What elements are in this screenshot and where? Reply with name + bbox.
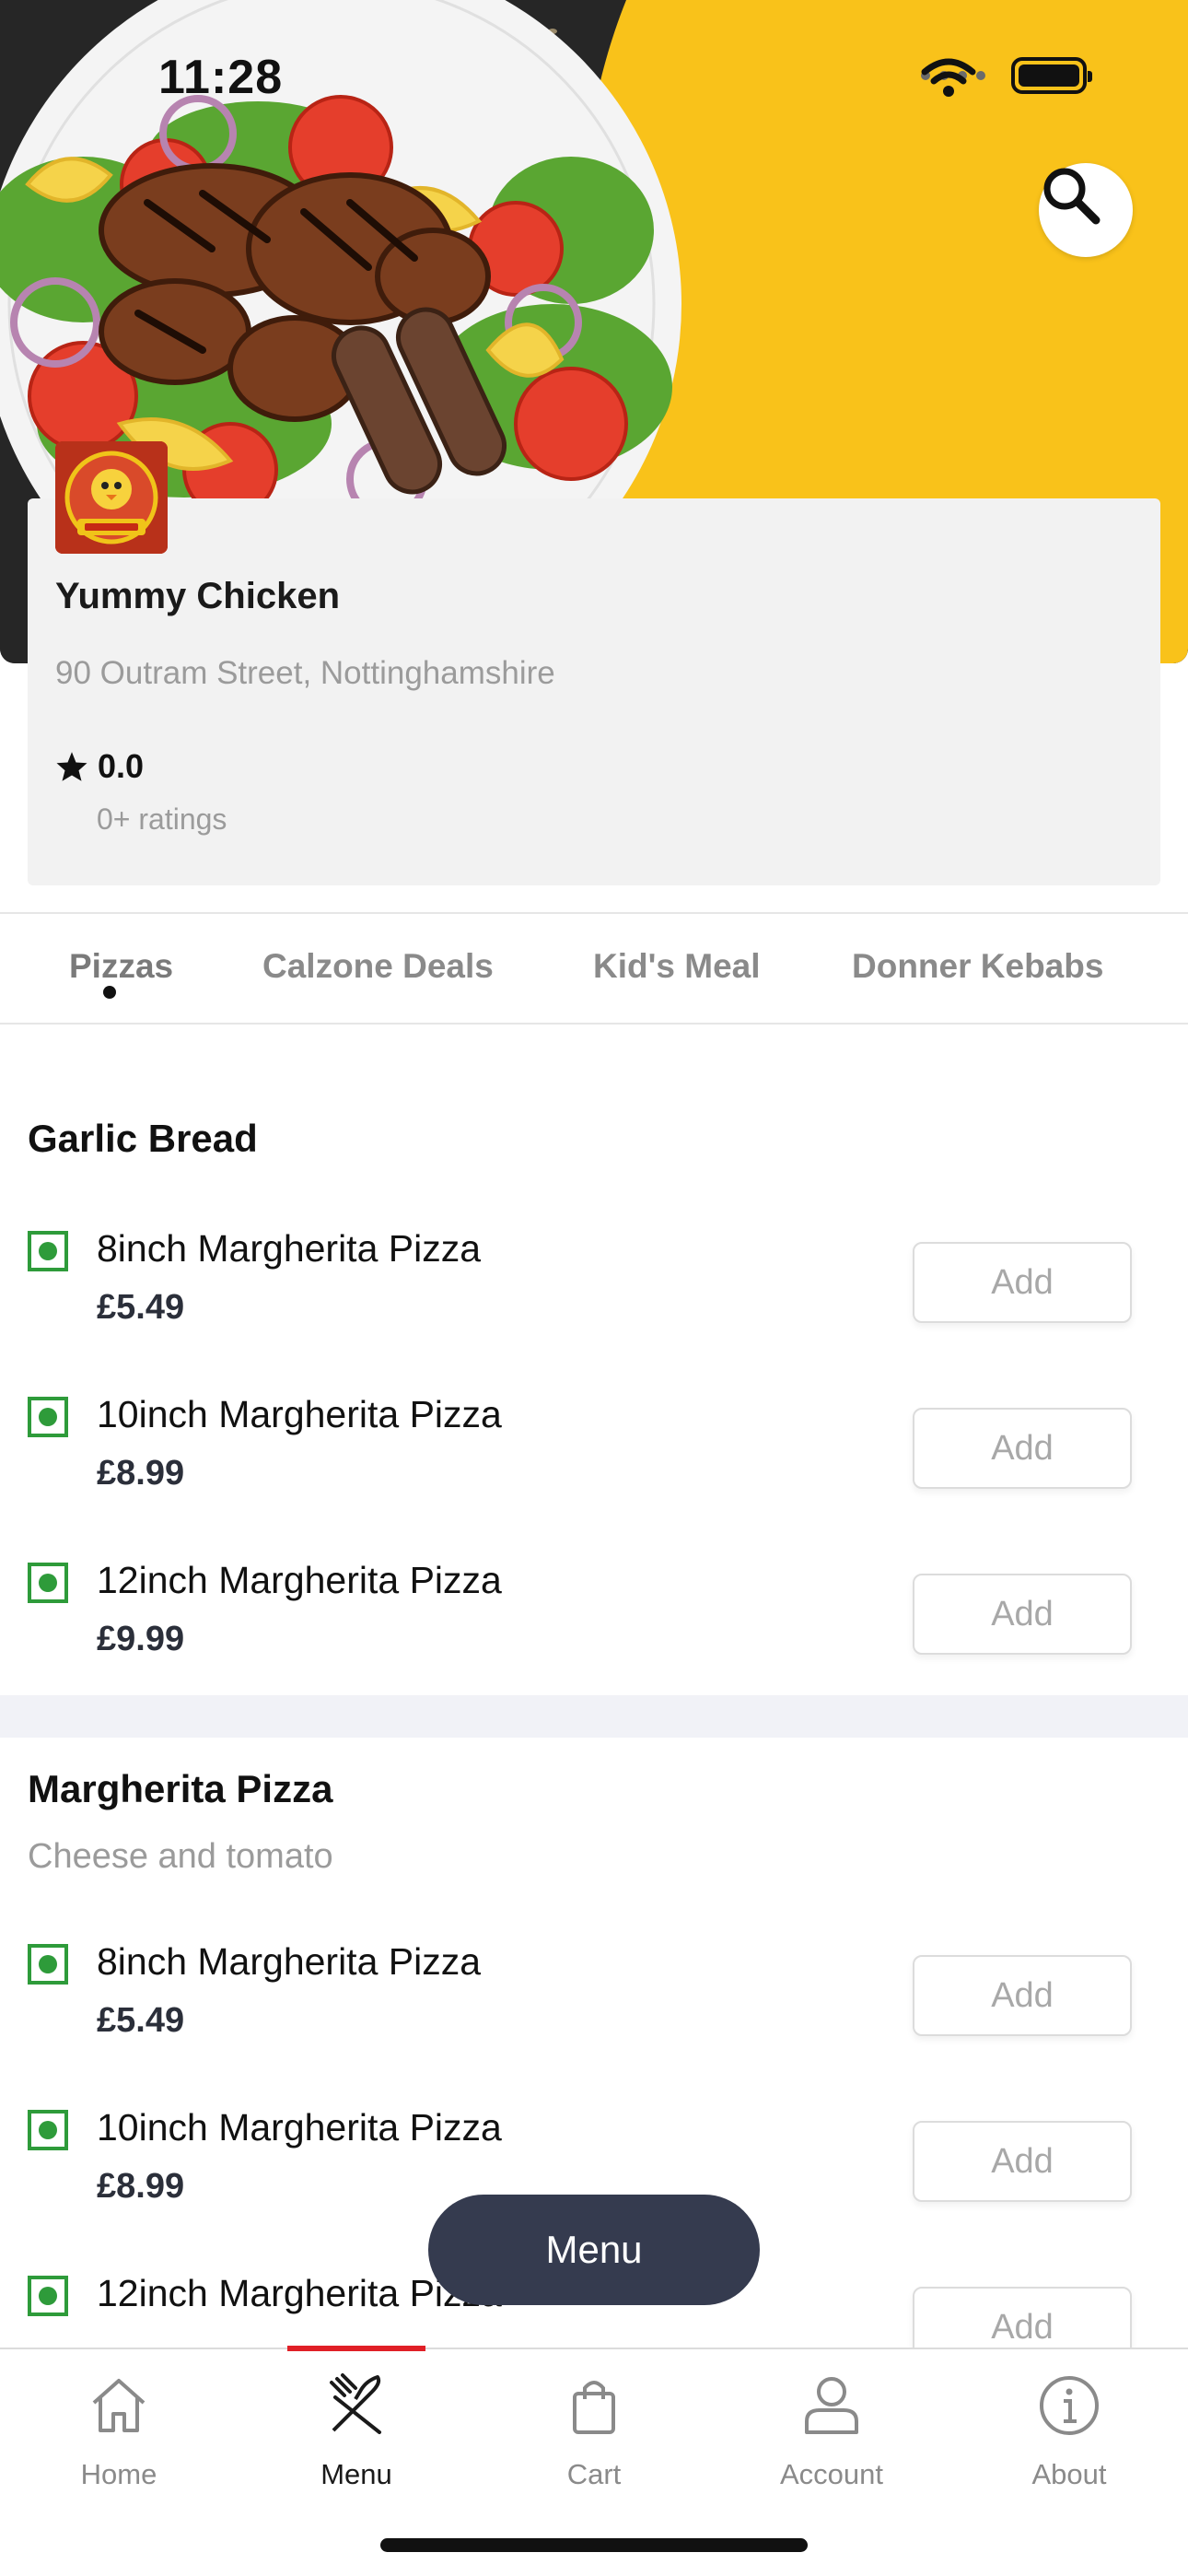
- active-tab-indicator: [103, 986, 116, 999]
- item-price: £9.99: [97, 1620, 185, 1658]
- menu-item: 8inch Margherita Pizza £5.49 Add: [0, 1940, 1188, 2101]
- tab-kids-meal[interactable]: Kid's Meal: [593, 947, 761, 986]
- veg-indicator-icon: [28, 2276, 68, 2316]
- restaurant-info-card: Yummy Chicken 90 Outram Street, Nottingh…: [28, 441, 1160, 885]
- home-indicator: [380, 2538, 808, 2552]
- shopping-bag-icon: [573, 2381, 615, 2434]
- tab-donner-kebabs[interactable]: Donner Kebabs: [852, 947, 1103, 986]
- item-name: 8inch Margherita Pizza: [97, 1227, 482, 1270]
- status-time: 11:28: [158, 51, 284, 104]
- section-divider: [0, 1695, 1188, 1738]
- add-button[interactable]: Add: [913, 1242, 1132, 1323]
- wifi-icon: [921, 58, 976, 97]
- nav-label: Menu: [320, 2458, 392, 2490]
- category-tabs: Pizzas Calzone Deals Kid's Meal Donner K…: [0, 912, 1188, 1025]
- veg-indicator-icon: [28, 1231, 68, 1271]
- nav-about[interactable]: About: [950, 2349, 1188, 2506]
- nav-cart[interactable]: Cart: [475, 2349, 713, 2506]
- tab-pizzas[interactable]: Pizzas: [69, 947, 173, 986]
- section-title: Garlic Bread: [28, 1117, 258, 1160]
- nav-menu[interactable]: Menu: [238, 2349, 475, 2506]
- rating-row: 0.0: [55, 747, 144, 786]
- nav-account[interactable]: Account: [713, 2349, 950, 2506]
- nav-label: About: [1031, 2458, 1107, 2490]
- nav-label: Home: [80, 2458, 157, 2490]
- veg-indicator-icon: [28, 1563, 68, 1603]
- veg-indicator-icon: [28, 2110, 68, 2150]
- section-subtitle: Cheese and tomato: [28, 1837, 333, 1876]
- veg-indicator-icon: [28, 1397, 68, 1437]
- status-icons: [921, 57, 1092, 97]
- item-price: £8.99: [97, 2167, 185, 2206]
- nav-home[interactable]: Home: [0, 2349, 238, 2506]
- floating-menu-button[interactable]: Menu: [428, 2195, 760, 2305]
- add-button[interactable]: Add: [913, 1574, 1132, 1655]
- battery-icon: [1011, 57, 1092, 94]
- item-price: £5.49: [97, 1288, 185, 1327]
- item-name: 12inch Margherita Pizza: [97, 1559, 502, 1601]
- restaurant-name: Yummy Chicken: [55, 576, 341, 616]
- search-button[interactable]: [1039, 163, 1133, 257]
- add-button[interactable]: Add: [913, 2121, 1132, 2202]
- restaurant-logo-image: [55, 441, 168, 554]
- item-name: 10inch Margherita Pizza: [97, 1393, 502, 1435]
- search-icon: [1043, 168, 1101, 225]
- home-icon: [92, 2379, 146, 2432]
- item-price: £5.49: [97, 2001, 185, 2040]
- nav-label: Cart: [566, 2458, 622, 2490]
- user-icon: [805, 2377, 858, 2434]
- add-button[interactable]: Add: [913, 1408, 1132, 1489]
- menu-item: 10inch Margherita Pizza £8.99 Add: [0, 1393, 1188, 1553]
- item-name: 8inch Margherita Pizza: [97, 1940, 482, 1983]
- fork-knife-icon: [330, 2373, 381, 2434]
- rating-count: 0+ ratings: [97, 802, 227, 836]
- star-icon: [56, 752, 87, 781]
- menu-item: 8inch Margherita Pizza £5.49 Add: [0, 1227, 1188, 1388]
- info-icon: [1040, 2376, 1099, 2435]
- section-title: Margherita Pizza: [28, 1767, 333, 1810]
- restaurant-logo: [55, 441, 168, 554]
- tab-calzone-deals[interactable]: Calzone Deals: [262, 947, 494, 986]
- item-name: 10inch Margherita Pizza: [97, 2106, 502, 2149]
- item-price: £8.99: [97, 1454, 185, 1493]
- restaurant-address: 90 Outram Street, Nottinghamshire: [55, 655, 555, 691]
- add-button[interactable]: Add: [913, 1955, 1132, 2036]
- nav-label: Account: [779, 2458, 883, 2490]
- rating-value: 0.0: [98, 747, 145, 785]
- veg-indicator-icon: [28, 1944, 68, 1985]
